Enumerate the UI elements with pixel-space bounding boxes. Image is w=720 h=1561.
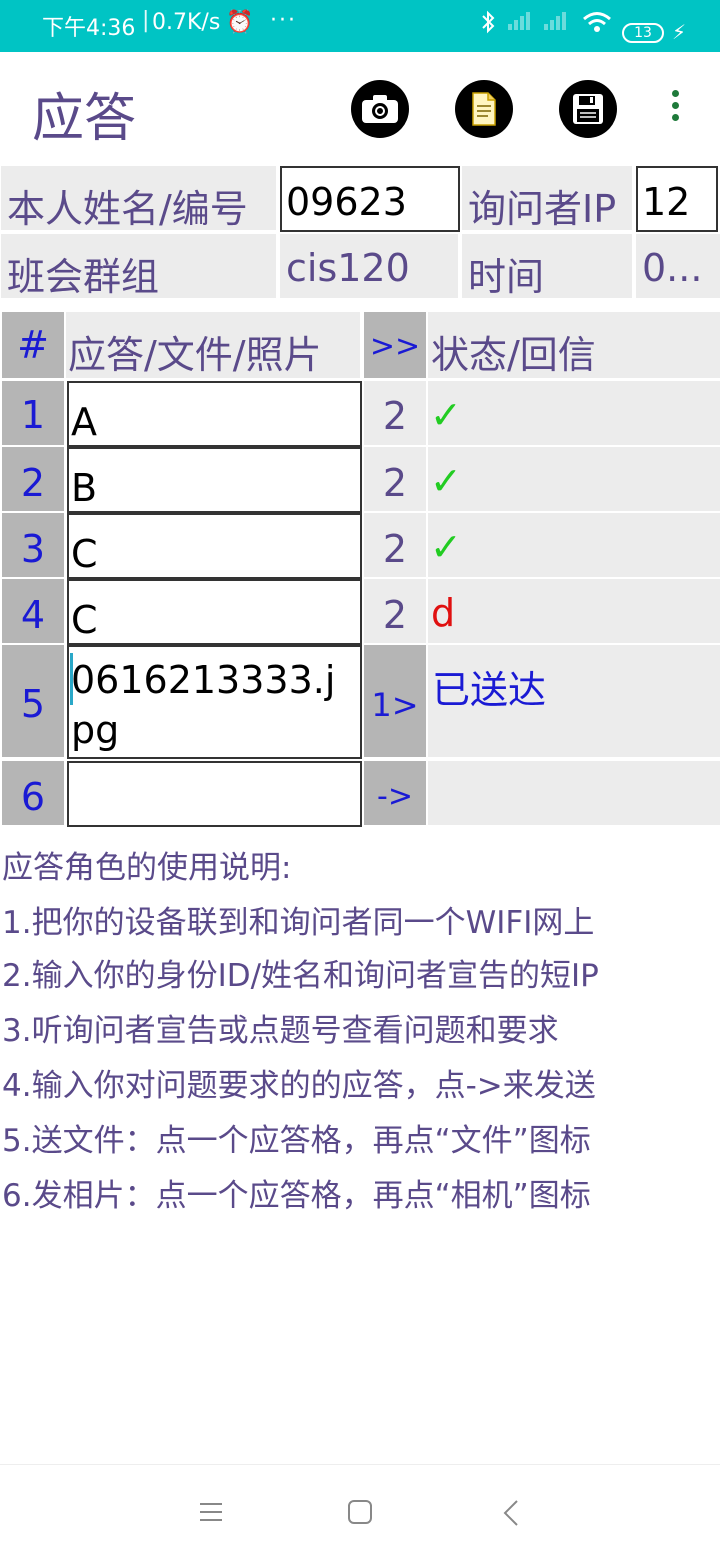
time-value-cell: 0... bbox=[636, 234, 720, 298]
row-number-button[interactable]: 1 bbox=[2, 381, 64, 445]
row-number-button[interactable]: 3 bbox=[2, 513, 64, 577]
group-label-cell: 班会群组 bbox=[1, 234, 276, 298]
group-value-cell: cis120 bbox=[280, 234, 458, 298]
system-nav-bar bbox=[0, 1464, 720, 1561]
camera-icon[interactable] bbox=[351, 80, 409, 138]
header-num: # bbox=[2, 312, 64, 378]
bluetooth-icon bbox=[480, 10, 496, 40]
menu-icon[interactable] bbox=[198, 1501, 224, 1527]
ip-label-cell: 询问者IP bbox=[462, 166, 632, 230]
status-text: d bbox=[431, 591, 456, 635]
header-status-cell: 状态/回信 bbox=[428, 312, 720, 378]
answer-value: A bbox=[71, 400, 97, 444]
check-icon: ✓ bbox=[430, 525, 462, 569]
instruction-line: 6.发相片：点一个应答格，再点“相机”图标 bbox=[2, 1178, 591, 1214]
more-notifications-icon: ··· bbox=[270, 8, 297, 33]
answer-input[interactable]: 0616213333.jpg bbox=[67, 645, 362, 759]
app-bar: 应答 bbox=[0, 52, 720, 164]
status-text: 已送达 bbox=[432, 668, 547, 712]
instruction-line: 2.输入你的身份ID/姓名和询问者宣告的短IP bbox=[2, 958, 599, 994]
answer-value: C bbox=[71, 532, 98, 576]
header-answer-cell: 应答/文件/照片 bbox=[66, 312, 360, 378]
time-value: 0... bbox=[642, 246, 703, 290]
group-value: cis120 bbox=[286, 246, 410, 290]
check-icon: ✓ bbox=[430, 459, 462, 503]
row-number-button[interactable]: 4 bbox=[2, 579, 64, 643]
header-status: 状态/回信 bbox=[431, 333, 596, 377]
answer-input[interactable] bbox=[67, 761, 362, 827]
row-count: 2 bbox=[364, 381, 426, 445]
page-title: 应答 bbox=[32, 89, 137, 149]
back-icon[interactable] bbox=[502, 1499, 520, 1531]
network-speed: 0.7K/s bbox=[152, 10, 221, 35]
answer-value: 0616213333.jpg bbox=[71, 658, 336, 752]
check-icon: ✓ bbox=[430, 393, 462, 437]
row-count: 2 bbox=[364, 579, 426, 643]
row-count: 2 bbox=[364, 513, 426, 577]
ip-label: 询问者IP bbox=[468, 187, 617, 230]
instruction-line: 4.输入你对问题要求的的应答，点->来发送 bbox=[2, 1068, 596, 1104]
status-separator: | bbox=[142, 8, 150, 33]
answer-value: B bbox=[71, 466, 98, 510]
battery-icon: 13 bbox=[622, 23, 664, 43]
row-count: 2 bbox=[364, 447, 426, 511]
save-icon[interactable] bbox=[559, 80, 617, 138]
answer-input[interactable]: C bbox=[67, 513, 362, 579]
alarm-icon: ⏰ bbox=[226, 10, 254, 35]
signal-icon bbox=[542, 10, 570, 37]
status-time: 下午4:36 bbox=[42, 16, 136, 41]
ip-input[interactable]: 12 bbox=[636, 166, 718, 232]
name-label: 本人姓名/编号 bbox=[7, 187, 248, 230]
group-label: 班会群组 bbox=[7, 255, 160, 298]
charging-icon: ⚡ bbox=[672, 20, 687, 44]
answer-value: C bbox=[71, 598, 98, 642]
send-button[interactable]: 1> bbox=[364, 645, 426, 757]
instructions-title: 应答角色的使用说明: bbox=[2, 850, 292, 886]
row-status-cell: 已送达 bbox=[428, 645, 720, 757]
time-label-cell: 时间 bbox=[462, 234, 632, 298]
row-status-cell: ✓ bbox=[428, 381, 720, 445]
ip-value: 12 bbox=[642, 180, 691, 224]
time-label: 时间 bbox=[468, 255, 545, 298]
row-number-button[interactable]: 6 bbox=[2, 761, 64, 825]
send-button[interactable]: -> bbox=[364, 761, 426, 825]
name-input[interactable]: 09623 bbox=[280, 166, 460, 232]
overflow-menu-icon[interactable] bbox=[668, 90, 682, 130]
instruction-line: 1.把你的设备联到和询问者同一个WIFI网上 bbox=[2, 905, 595, 941]
row-number-button[interactable]: 5 bbox=[2, 645, 64, 757]
status-bar: 下午4:36 | 0.7K/s ⏰ ··· 13 ⚡ bbox=[0, 0, 720, 52]
instruction-line: 3.听询问者宣告或点题号查看问题和要求 bbox=[2, 1013, 559, 1049]
signal-icon bbox=[506, 10, 534, 37]
name-label-cell: 本人姓名/编号 bbox=[1, 166, 276, 230]
row-status-cell: d bbox=[428, 579, 720, 643]
answer-input[interactable]: C bbox=[67, 579, 362, 645]
answer-input[interactable]: A bbox=[67, 381, 362, 447]
answer-input[interactable]: B bbox=[67, 447, 362, 513]
row-number-button[interactable]: 2 bbox=[2, 447, 64, 511]
wifi-icon bbox=[582, 10, 612, 40]
instruction-line: 5.送文件：点一个应答格，再点“文件”图标 bbox=[2, 1123, 591, 1159]
file-icon[interactable] bbox=[455, 80, 513, 138]
row-status-cell: ✓ bbox=[428, 447, 720, 511]
name-value: 09623 bbox=[286, 180, 407, 224]
row-status-cell bbox=[428, 761, 720, 825]
header-answer: 应答/文件/照片 bbox=[68, 333, 322, 377]
home-icon[interactable] bbox=[347, 1499, 373, 1529]
send-all-button[interactable]: >> bbox=[364, 312, 426, 378]
row-status-cell: ✓ bbox=[428, 513, 720, 577]
